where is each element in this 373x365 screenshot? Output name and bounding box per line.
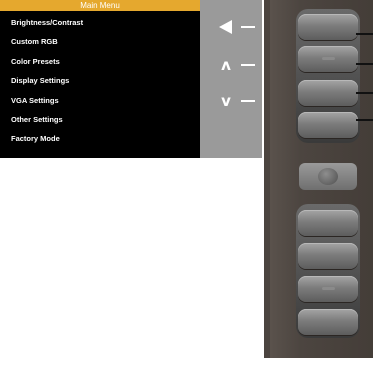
button-nub	[322, 57, 335, 60]
menu-title: Main Menu	[0, 0, 200, 11]
menu-item-other-settings[interactable]: Other Settings	[0, 110, 200, 129]
lower-button-3[interactable]	[298, 276, 358, 302]
key-guide-panel: ʌ v	[200, 0, 262, 158]
menu-item-vga-settings[interactable]: VGA Settings	[0, 91, 200, 110]
menu-item-display-settings[interactable]: Display Settings	[0, 71, 200, 90]
menu-panel: Main Menu Brightness/Contrast Custom RGB…	[0, 0, 200, 158]
menu-list: Brightness/Contrast Custom RGB Color Pre…	[0, 13, 200, 149]
leader-dash	[241, 100, 255, 102]
leader-line	[356, 63, 373, 65]
lower-button-4[interactable]	[298, 309, 358, 335]
leader-line	[356, 92, 373, 94]
menu-item-factory-mode[interactable]: Factory Mode	[0, 129, 200, 148]
leader-dash	[241, 64, 255, 66]
leader-line	[356, 33, 373, 35]
lower-button-1[interactable]	[298, 210, 358, 236]
power-led-icon	[318, 168, 338, 185]
key-guide-up: ʌ	[216, 56, 260, 74]
down-button[interactable]	[298, 80, 358, 106]
menu-item-custom-rgb[interactable]: Custom RGB	[0, 32, 200, 51]
lower-button-2[interactable]	[298, 243, 358, 269]
key-guide-back	[216, 20, 260, 34]
leader-dash	[241, 26, 255, 28]
bezel-face	[270, 0, 373, 358]
left-triangle-icon	[219, 20, 232, 34]
osd-main-menu: Main Menu Brightness/Contrast Custom RGB…	[0, 0, 262, 158]
button-nub	[322, 287, 335, 290]
monitor-bezel	[264, 0, 373, 358]
key-guide-down: v	[216, 92, 260, 110]
up-button[interactable]	[298, 46, 358, 72]
leader-line	[356, 119, 373, 121]
down-caret-icon: v	[221, 92, 231, 110]
fourth-button[interactable]	[298, 112, 358, 138]
power-button[interactable]	[299, 163, 357, 190]
menu-back-button[interactable]	[298, 14, 358, 40]
up-caret-icon: ʌ	[221, 56, 231, 74]
menu-item-brightness-contrast[interactable]: Brightness/Contrast	[0, 13, 200, 32]
menu-item-color-presets[interactable]: Color Presets	[0, 52, 200, 71]
